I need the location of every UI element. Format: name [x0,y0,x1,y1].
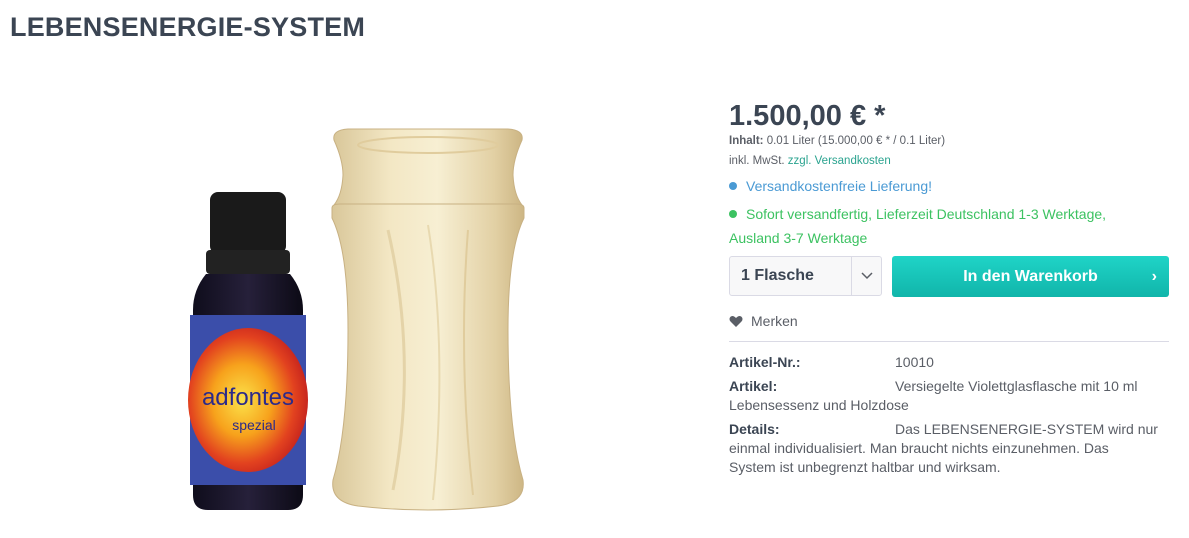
delivery-status-text: Sofort versandfertig, Lieferzeit Deutsch… [729,206,1107,246]
detail-row-article-number: Artikel-Nr.: 10010 [729,353,1159,372]
heart-icon [729,315,743,327]
detail-row-details: Details: Das LEBENSENERGIE-SYSTEM wird nu… [729,420,1159,477]
chevron-down-icon[interactable] [852,257,881,295]
wishlist-label: Merken [751,313,798,329]
unit-line: Inhalt: 0.01 Liter (15.000,00 € * / 0.1 … [729,135,945,147]
tax-text: inkl. MwSt. [729,155,785,167]
product-photo: adfontes spezial [188,128,525,511]
shipping-costs-link[interactable]: zzgl. Versandkosten [788,155,891,167]
product-image[interactable]: adfontes spezial [128,100,558,533]
detail-row-article: Artikel: Versiegelte Violettglasflasche m… [729,377,1159,415]
add-to-cart-button[interactable]: In den Warenkorb › [892,256,1169,297]
unit-label: Inhalt: [729,135,764,147]
tax-line: inkl. MwSt. zzgl. Versandkosten [729,155,891,167]
chevron-right-icon: › [1151,268,1157,285]
detail-label: Artikel-Nr.: [729,354,801,370]
bottle-brand-label: adfontes [202,384,294,411]
detail-label: Artikel: [729,378,778,394]
wishlist-button[interactable]: Merken [729,313,798,329]
product-price: 1.500,00 € * [729,100,886,132]
add-to-cart-label: In den Warenkorb [963,268,1098,285]
wooden-box [331,128,525,511]
divider [729,341,1169,342]
detail-label: Details: [729,421,780,437]
quantity-selected-value: 1 Flasche [741,267,814,284]
bottle-subtitle-label: spezial [232,417,276,433]
page-title: LEBENSENERGIE-SYSTEM [10,12,366,42]
delivery-free-text: Versandkostenfreie Lieferung! [746,178,933,194]
delivery-free-info: Versandkostenfreie Lieferung! [729,178,932,194]
info-dot-icon [729,182,737,190]
detail-value: 10010 [895,354,934,370]
product-details: Artikel-Nr.: 10010 Artikel: Versiegelte Vi… [729,353,1159,482]
available-dot-icon [729,210,737,218]
bottle: adfontes spezial [188,192,308,510]
quantity-select[interactable]: 1 Flasche [729,256,882,296]
unit-value: 0.01 Liter (15.000,00 € * / 0.1 Liter) [766,135,946,147]
delivery-status: Sofort versandfertig, Lieferzeit Deutsch… [729,202,1149,250]
